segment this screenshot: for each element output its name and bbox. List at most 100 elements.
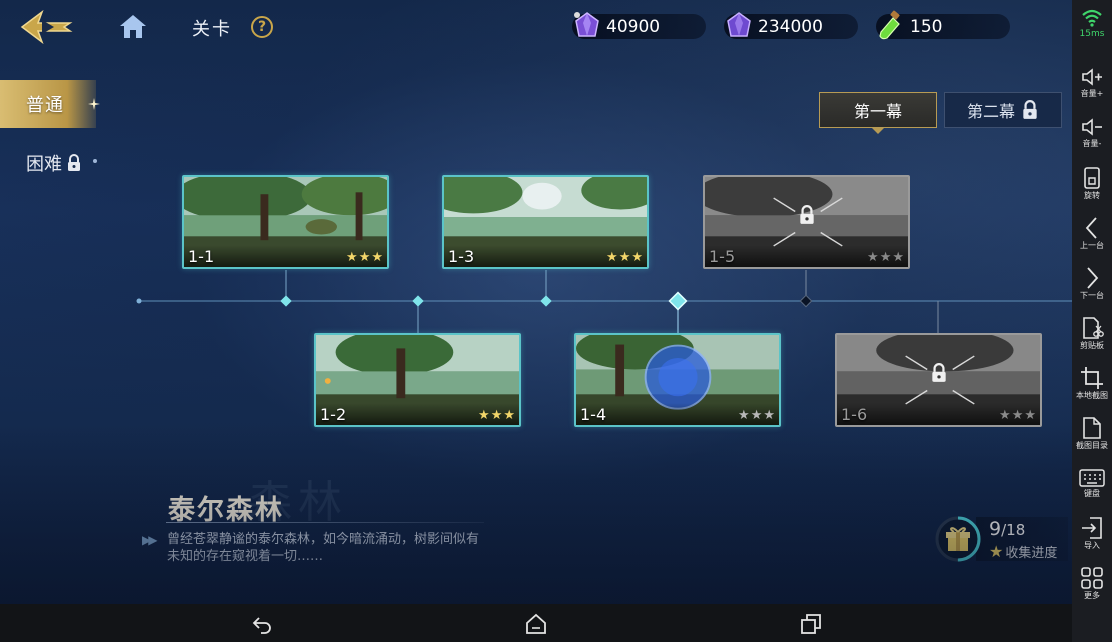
difficulty-hard-tab[interactable]: 困难 bbox=[26, 150, 82, 176]
clipboard-button[interactable]: 剪贴板 bbox=[1072, 316, 1112, 351]
act-1-tab[interactable]: 第一幕 bbox=[819, 92, 937, 128]
star-rating: ★ ★ ★ bbox=[606, 251, 643, 264]
recents-icon bbox=[801, 614, 821, 634]
star-icon: ★ bbox=[606, 250, 618, 265]
region-description: 曾经苍翠静谧的泰尔森林，如今暗流涌动，树影间似有未知的存在窥视着一切…… bbox=[167, 532, 480, 564]
star-icon: ★ bbox=[879, 250, 892, 265]
emulator-sidebar: 15ms 音量+ 音量- 旋转 上一台 下一台 剪贴板 本地截图 截图目录 键盘… bbox=[1072, 0, 1112, 642]
help-button[interactable]: ? bbox=[251, 16, 273, 38]
gift-icon[interactable] bbox=[934, 515, 982, 563]
lock-icon bbox=[68, 154, 80, 171]
volume-up-button[interactable]: 音量+ bbox=[1072, 66, 1112, 99]
star-icon: ★ bbox=[763, 408, 775, 423]
sidebar-label: 导入 bbox=[1084, 541, 1100, 550]
lock-icon bbox=[1023, 100, 1037, 119]
crystal-value-2: 234000 bbox=[758, 16, 823, 37]
crystal-counter-1[interactable]: 40900 bbox=[572, 12, 706, 39]
volume-down-button[interactable]: 音量- bbox=[1072, 116, 1112, 149]
import-icon bbox=[1082, 517, 1102, 539]
stage-label: 1-2 bbox=[320, 405, 347, 424]
indicator-dot bbox=[93, 159, 97, 163]
sidebar-label: 旋转 bbox=[1084, 191, 1100, 200]
back-button[interactable] bbox=[18, 8, 76, 46]
star-rating: ★ ★ ★ bbox=[478, 409, 515, 422]
star-icon: ★ bbox=[631, 250, 643, 265]
screenshot-button[interactable]: 本地截图 bbox=[1072, 366, 1112, 401]
page-title: 关卡 bbox=[192, 19, 232, 40]
star-icon: ★ bbox=[867, 250, 879, 265]
collection-total: /18 bbox=[1001, 521, 1026, 539]
sidebar-label: 音量- bbox=[1082, 139, 1102, 148]
potion-counter[interactable]: 150 bbox=[876, 10, 1010, 40]
lock-icon bbox=[799, 204, 814, 224]
stage-label: 1-5 bbox=[709, 247, 736, 266]
difficulty-normal-tab[interactable]: 普通 bbox=[0, 80, 100, 128]
star-icon: ★ bbox=[371, 250, 383, 265]
import-button[interactable]: 导入 bbox=[1072, 516, 1112, 551]
crop-icon bbox=[1081, 367, 1103, 389]
star-icon: ★ bbox=[503, 408, 515, 423]
star-icon: ★ bbox=[999, 408, 1011, 423]
more-button[interactable]: 更多 bbox=[1072, 566, 1112, 601]
star-icon: ★ bbox=[618, 250, 631, 265]
star-rating: ★ ★ ★ bbox=[346, 251, 383, 264]
collection-label: 收集进度 bbox=[1005, 546, 1058, 561]
sidebar-label: 上一台 bbox=[1080, 241, 1104, 250]
sparkle-icon bbox=[88, 98, 100, 110]
star-icon: ★ bbox=[750, 408, 763, 423]
act-2-label: 第二幕 bbox=[966, 102, 1015, 121]
game-screen: 关卡 ? 40900 234000 150 普通 困难 第一幕 第二幕 1-1 … bbox=[0, 0, 1072, 604]
previous-device-button[interactable]: 上一台 bbox=[1072, 216, 1112, 251]
grid-icon bbox=[1081, 567, 1103, 589]
star-icon: ★ bbox=[892, 250, 904, 265]
file-icon bbox=[1083, 417, 1101, 439]
stage-label: 1-6 bbox=[841, 405, 868, 424]
clipboard-icon bbox=[1083, 317, 1104, 339]
divider bbox=[166, 522, 484, 523]
keyboard-button[interactable]: 键盘 bbox=[1072, 468, 1112, 499]
rotate-icon bbox=[1084, 167, 1100, 189]
act-1-label: 第一幕 bbox=[853, 102, 902, 121]
latency-label: 15ms bbox=[1079, 29, 1105, 39]
collection-label-row: ★ 收集进度 bbox=[989, 542, 1057, 561]
star-icon: ★ bbox=[738, 408, 750, 423]
sidebar-label: 键盘 bbox=[1084, 489, 1100, 498]
difficulty-normal-label: 普通 bbox=[26, 95, 64, 116]
crystal-counter-2[interactable]: 234000 bbox=[724, 12, 858, 39]
stage-card-1-1[interactable]: 1-1 ★ ★ ★ bbox=[182, 175, 389, 269]
volume-up-icon bbox=[1082, 68, 1102, 86]
star-icon: ★ bbox=[1024, 408, 1036, 423]
volume-down-icon bbox=[1082, 118, 1102, 136]
crystal-icon bbox=[574, 12, 599, 37]
star-icon: ★ bbox=[478, 408, 490, 423]
rotate-button[interactable]: 旋转 bbox=[1072, 166, 1112, 201]
stage-card-1-2[interactable]: 1-2 ★ ★ ★ bbox=[314, 333, 521, 427]
stage-timeline bbox=[136, 270, 1072, 333]
star-rating: ★ ★ ★ bbox=[999, 409, 1036, 422]
stage-card-1-3[interactable]: 1-3 ★ ★ ★ bbox=[442, 175, 649, 269]
double-arrow-icon: ▶▶ bbox=[142, 533, 158, 547]
stage-card-1-6[interactable]: 1-6 ★ ★ ★ bbox=[835, 333, 1042, 427]
nav-recents-button[interactable] bbox=[800, 613, 822, 635]
stage-label: 1-3 bbox=[448, 247, 475, 266]
lock-icon bbox=[931, 362, 946, 382]
screenshot-folder-button[interactable]: 截图目录 bbox=[1072, 416, 1112, 451]
sidebar-label: 本地截图 bbox=[1076, 391, 1108, 400]
home-button[interactable] bbox=[118, 12, 148, 40]
home-outline-icon bbox=[526, 613, 546, 634]
stage-card-1-5[interactable]: 1-5 ★ ★ ★ bbox=[703, 175, 910, 269]
sidebar-label: 音量+ bbox=[1080, 89, 1104, 98]
chevron-left-icon bbox=[1085, 217, 1097, 239]
collection-count: 9/18 bbox=[989, 518, 1025, 540]
stage-card-1-4[interactable]: 1-4 ★ ★ ★ bbox=[574, 333, 781, 427]
sidebar-label: 更多 bbox=[1084, 591, 1100, 600]
home-icon bbox=[120, 15, 146, 38]
nav-back-button[interactable] bbox=[251, 613, 273, 635]
next-device-button[interactable]: 下一台 bbox=[1072, 266, 1112, 301]
potion-value: 150 bbox=[910, 16, 943, 37]
act-2-tab[interactable]: 第二幕 bbox=[944, 92, 1062, 128]
act-selected-caret bbox=[872, 128, 884, 134]
nav-home-button[interactable] bbox=[525, 613, 547, 635]
wifi-status: 15ms bbox=[1072, 8, 1112, 39]
star-icon: ★ bbox=[989, 542, 1004, 561]
